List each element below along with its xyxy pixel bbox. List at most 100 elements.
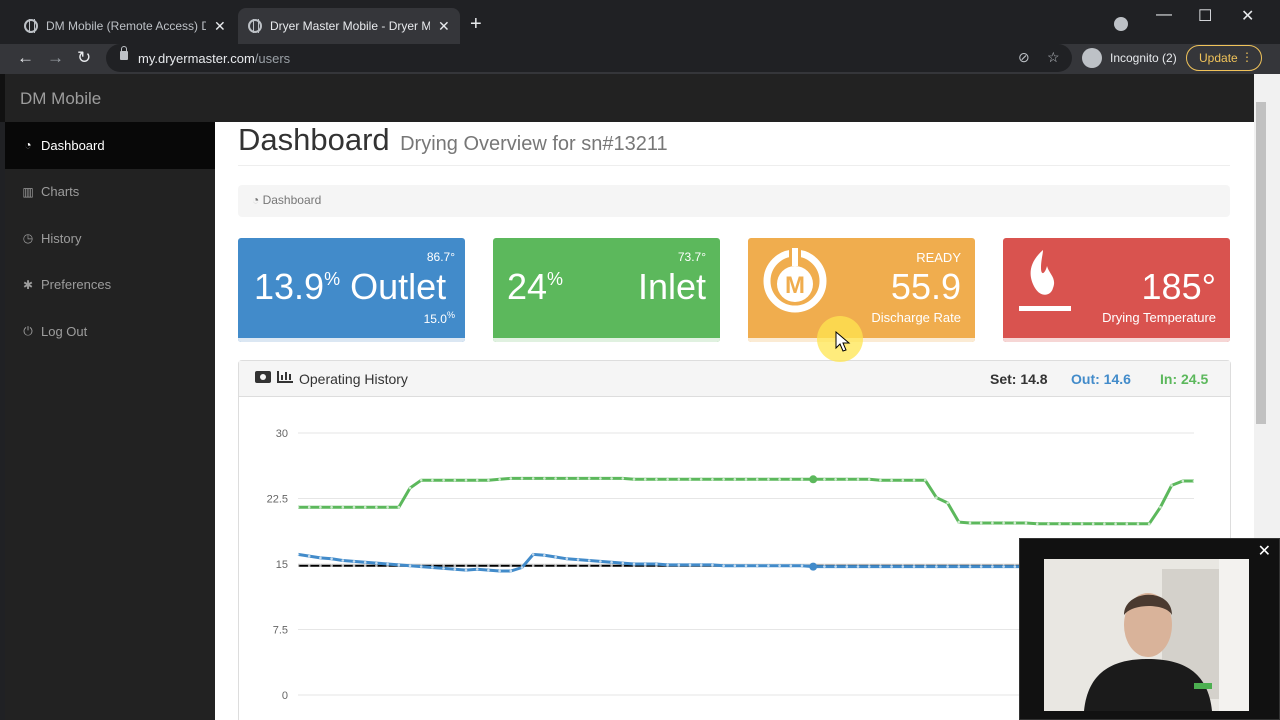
data-point [677, 563, 681, 567]
sidebar-item-preferences[interactable]: ✱ Preferences [5, 262, 215, 309]
data-point [1002, 565, 1005, 568]
data-point [957, 565, 961, 568]
data-point [509, 569, 513, 573]
status-badge: READY [916, 250, 961, 265]
update-button[interactable]: Update ⋮ [1186, 45, 1262, 71]
data-point [1192, 479, 1196, 483]
data-point [610, 560, 613, 564]
data-point [397, 563, 401, 567]
card-footer [1003, 338, 1230, 342]
data-point [655, 477, 658, 481]
data-point [699, 563, 703, 567]
data-point [935, 565, 938, 568]
data-point [408, 486, 412, 490]
data-point [666, 477, 669, 481]
data-point [755, 477, 759, 481]
sidebar-item-log-out[interactable]: ⏻ Log Out [5, 308, 215, 355]
eye-off-icon[interactable]: ⊘ [1018, 49, 1030, 66]
minimize-button[interactable]: — [1156, 6, 1172, 24]
breadcrumb: ◔ Dashboard [238, 185, 1230, 217]
data-point [576, 558, 580, 561]
panel-title: Operating History [299, 371, 408, 387]
data-point [823, 477, 826, 481]
data-point [957, 520, 961, 524]
data-point [520, 477, 524, 480]
data-point [442, 478, 445, 482]
page-subtitle: Drying Overview for sn#13211 [400, 133, 668, 155]
page-header: Dashboard Drying Overview for sn#13211 [238, 122, 1230, 166]
bar-chart-icon: ▥ [22, 184, 34, 199]
data-point [599, 564, 602, 568]
video-overlay: ✕ [1019, 538, 1280, 720]
sidebar-item-dashboard[interactable]: ◔ Dashboard [5, 122, 215, 169]
inlet-temp: 73.7° [677, 250, 706, 264]
maximize-button[interactable]: ☐ [1198, 6, 1212, 26]
inlet-card[interactable]: 73.7° 24% Inlet [493, 238, 720, 342]
tab-close-button[interactable]: ✕ [214, 18, 226, 35]
app-header: DM Mobile [0, 74, 1254, 122]
set-readout: Set: 14.8 [990, 371, 1048, 387]
data-point [946, 565, 949, 568]
data-point [699, 477, 703, 481]
data-point [543, 553, 546, 557]
data-point [744, 564, 748, 568]
close-window-button[interactable]: ✕ [1241, 6, 1254, 26]
camera-icon[interactable] [255, 371, 271, 383]
data-point [711, 477, 714, 481]
close-video-button[interactable]: ✕ [1258, 541, 1271, 561]
data-point [789, 564, 793, 568]
data-point [341, 559, 345, 562]
data-point [890, 565, 893, 568]
data-point [688, 563, 692, 567]
data-point [1013, 521, 1017, 525]
data-point [968, 565, 972, 568]
inlet-moisture: 24% [507, 266, 564, 307]
browser-tab-1[interactable]: DM Mobile (Remote Access) Dry ✕ [14, 8, 236, 44]
drying-temp-card[interactable]: 185° Drying Temperature [1003, 238, 1230, 342]
data-point [867, 477, 871, 481]
tab-search-icon[interactable] [1114, 17, 1128, 31]
data-point [487, 564, 490, 568]
presenter-image [1044, 559, 1249, 711]
bar-chart-icon[interactable] [277, 371, 293, 383]
data-point [509, 564, 513, 568]
data-point [879, 565, 882, 568]
browser-tab-2[interactable]: Dryer Master Mobile - Dryer Mo ✕ [238, 8, 460, 44]
data-point [319, 564, 322, 568]
brand-link[interactable]: DM Mobile [20, 89, 101, 109]
data-point [431, 478, 434, 482]
data-point [543, 564, 546, 568]
forward-icon[interactable]: → [47, 48, 64, 68]
y-tick-label: 15 [276, 559, 288, 571]
data-point [419, 478, 423, 482]
outlet-card[interactable]: 86.7° 13.9% Outlet 15.0% [238, 238, 465, 342]
data-point [531, 564, 535, 568]
scrollbar-thumb[interactable] [1256, 102, 1266, 424]
address-bar[interactable]: my.dryermaster.com/users ⊘ ☆ [106, 44, 1072, 72]
data-point [1091, 522, 1095, 526]
discharge-card[interactable]: M READY 55.9 Discharge Rate [748, 238, 975, 342]
data-point [1159, 505, 1162, 509]
data-point [330, 557, 333, 561]
sidebar-item-charts[interactable]: ▥ Charts [5, 169, 215, 216]
star-icon[interactable]: ☆ [1047, 49, 1060, 66]
dashboard-icon: ◔ [252, 193, 260, 207]
data-point [755, 564, 759, 568]
sidebar-item-history[interactable]: ◷ History [5, 215, 215, 262]
data-point [330, 564, 333, 568]
reload-icon[interactable]: ↻ [77, 48, 91, 68]
data-point [923, 565, 927, 568]
data-point [408, 564, 412, 568]
back-icon[interactable]: ← [17, 48, 34, 68]
data-point [867, 565, 871, 568]
tab-close-button[interactable]: ✕ [438, 18, 450, 35]
data-point [509, 477, 513, 480]
data-point [487, 478, 490, 482]
incognito-indicator[interactable]: Incognito (2) [1082, 48, 1177, 68]
card-footer [238, 338, 465, 342]
data-point [307, 505, 311, 509]
data-point [431, 566, 434, 569]
panel-heading: Operating History Set: 14.8 Out: 14.6 In… [239, 361, 1230, 397]
data-point [1170, 484, 1173, 487]
new-tab-button[interactable]: + [470, 13, 482, 36]
